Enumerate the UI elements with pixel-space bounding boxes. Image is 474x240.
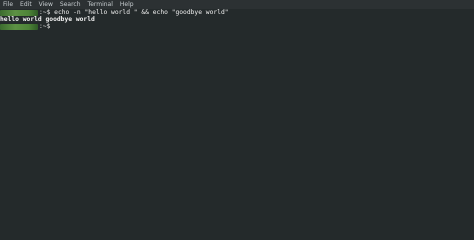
menu-file[interactable]: File — [0, 0, 17, 9]
menu-search[interactable]: Search — [57, 0, 85, 9]
menu-help[interactable]: Help — [117, 0, 138, 9]
menu-bar: File Edit View Search Terminal Help — [0, 0, 474, 9]
menu-edit[interactable]: Edit — [17, 0, 36, 9]
terminal-area[interactable]: :~$ echo -n "hello world " && echo "good… — [0, 9, 474, 239]
menu-terminal[interactable]: Terminal — [85, 0, 117, 9]
scrollbar[interactable] — [469, 9, 474, 239]
prompt: :~$ — [39, 23, 51, 30]
redacted-user-host — [0, 24, 38, 30]
current-prompt-line: :~$ — [0, 23, 50, 31]
menu-view[interactable]: View — [36, 0, 57, 9]
